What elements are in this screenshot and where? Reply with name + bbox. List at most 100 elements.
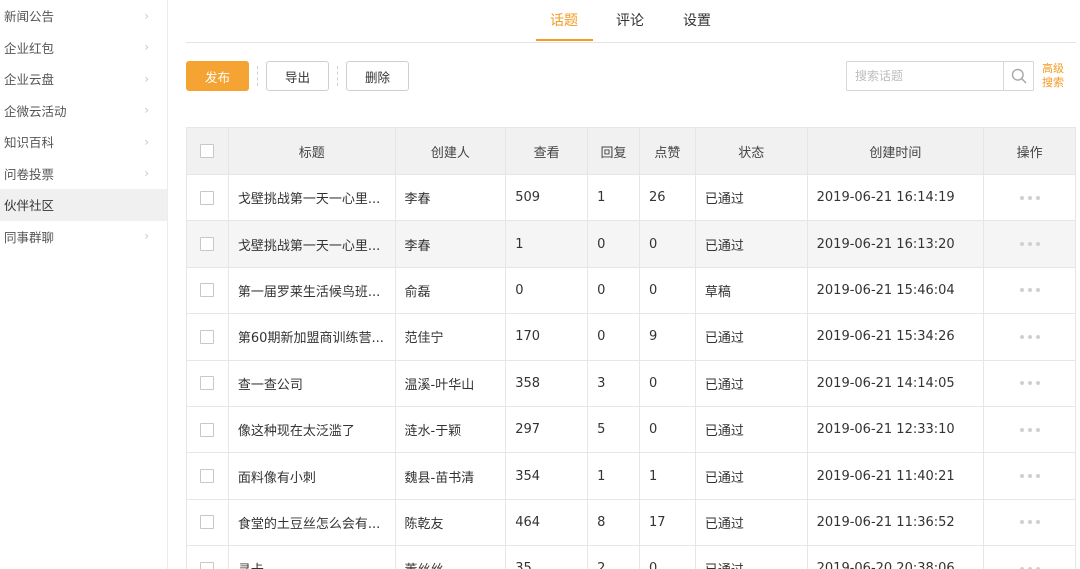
chevron-right-icon: ›: [144, 166, 149, 181]
cell-creator: 俞磊: [396, 267, 507, 314]
cell-title[interactable]: 戈壁挑战第一天一心里...: [229, 221, 396, 267]
cell-created-at: 2019-06-21 14:14:05: [808, 360, 985, 406]
dot: [1035, 334, 1040, 339]
dot: [1019, 427, 1024, 432]
cell-title[interactable]: 第一届罗莱生活候鸟班...: [229, 267, 396, 314]
sidebar-item[interactable]: 问卷投票 ›: [0, 158, 167, 190]
dot: [1027, 474, 1032, 479]
table-body: 戈壁挑战第一天一心里... 李春 509 1 26 已通过 2019-06-21 16:14…: [187, 175, 1075, 569]
toolbar-divider: [257, 66, 258, 86]
cell-likes: 0: [640, 546, 696, 569]
table-row[interactable]: 戈壁挑战第一天一心里... 李春 1 0 0 已通过 2019-06-21 16:13:20: [187, 221, 1075, 268]
cell-likes: 1: [640, 453, 696, 499]
table-row[interactable]: 食堂的土豆丝怎么会有... 陈乾友 464 8 17 已通过 2019-06-21 11:3…: [187, 499, 1075, 547]
sidebar-item[interactable]: 企业云盘 ›: [0, 63, 167, 95]
cell-creator: 涟水-于颖: [396, 406, 507, 453]
search-button[interactable]: [1003, 62, 1033, 90]
table-row[interactable]: 第一届罗莱生活候鸟班... 俞磊 0 0 0 草稿 2019-06-21 15:46:04: [187, 267, 1075, 315]
sidebar-item[interactable]: 伙伴社区: [0, 189, 167, 221]
table-row[interactable]: 面料像有小刺 魏县-苗书清 354 1 1 已通过 2019-06-21 11:40:21: [187, 453, 1075, 500]
more-actions-icon[interactable]: [1019, 427, 1040, 432]
more-actions-icon[interactable]: [1019, 242, 1040, 247]
cell-status: 已通过: [696, 499, 808, 546]
header-creator[interactable]: 创建人: [396, 128, 507, 174]
row-checkbox[interactable]: [200, 469, 215, 484]
row-checkbox[interactable]: [200, 283, 215, 298]
row-checkbox[interactable]: [200, 376, 215, 391]
sidebar-item[interactable]: 企业红包 ›: [0, 32, 167, 64]
publish-button[interactable]: 发布: [186, 61, 249, 91]
cell-replies: 0: [588, 267, 640, 314]
delete-button[interactable]: 删除: [346, 61, 409, 91]
cell-likes: 26: [640, 175, 696, 221]
row-checkbox[interactable]: [200, 561, 215, 569]
row-select-cell: [187, 175, 229, 221]
cell-title[interactable]: 戈壁挑战第一天一心里...: [229, 175, 396, 221]
export-button[interactable]: 导出: [266, 61, 329, 91]
row-checkbox[interactable]: [200, 422, 215, 437]
cell-replies: 1: [588, 453, 640, 499]
more-actions-icon[interactable]: [1019, 288, 1040, 293]
cell-title[interactable]: 食堂的土豆丝怎么会有...: [229, 499, 396, 546]
row-actions-cell: [984, 268, 1075, 313]
cell-status: 已通过: [696, 406, 808, 453]
row-actions-cell: [984, 314, 1075, 359]
sidebar-item[interactable]: 知识百科 ›: [0, 126, 167, 158]
dot: [1019, 474, 1024, 479]
row-actions-cell: [984, 453, 1075, 498]
cell-created-at: 2019-06-21 12:33:10: [808, 406, 985, 453]
dot: [1035, 381, 1040, 386]
sidebar-item-label: 企业云盘: [4, 72, 55, 88]
cell-views: 297: [506, 406, 589, 453]
row-select-cell: [187, 406, 229, 453]
sidebar-item-label: 同事群聊: [4, 229, 55, 245]
tab-settings[interactable]: 设置: [683, 10, 711, 40]
table-row[interactable]: 第60期新加盟商训练营... 范佳宁 170 0 9 已通过 2019-06-21 15:3…: [187, 314, 1075, 361]
row-select-cell: [187, 360, 229, 406]
cell-likes: 0: [640, 406, 696, 453]
search-input[interactable]: [847, 62, 1003, 90]
chevron-right-icon: ›: [144, 103, 149, 118]
select-all-checkbox[interactable]: [200, 144, 215, 158]
sidebar-item[interactable]: 新闻公告 ›: [0, 0, 167, 32]
cell-title[interactable]: 查一查公司: [229, 360, 396, 406]
row-checkbox[interactable]: [200, 515, 215, 530]
header-status[interactable]: 状态: [696, 128, 808, 174]
more-actions-icon[interactable]: [1019, 520, 1040, 525]
row-checkbox[interactable]: [200, 237, 215, 252]
header-created-at[interactable]: 创建时间: [808, 128, 985, 174]
more-actions-icon[interactable]: [1019, 334, 1040, 339]
row-actions-cell: [984, 407, 1075, 452]
more-actions-icon[interactable]: [1019, 474, 1040, 479]
table-row[interactable]: 像这种现在太泛滥了 涟水-于颖 297 5 0 已通过 2019-06-21 12:33:1…: [187, 406, 1075, 454]
advanced-search-link[interactable]: 高级 搜索: [1042, 62, 1070, 90]
more-actions-icon[interactable]: [1019, 381, 1040, 386]
cell-status: 已通过: [696, 175, 808, 221]
cell-title[interactable]: 寻卡: [229, 546, 396, 569]
sidebar-item[interactable]: 企微云活动 ›: [0, 95, 167, 127]
row-checkbox[interactable]: [200, 190, 215, 205]
tab-comments[interactable]: 评论: [616, 10, 644, 40]
header-replies[interactable]: 回复: [588, 128, 640, 174]
table-row[interactable]: 戈壁挑战第一天一心里... 李春 509 1 26 已通过 2019-06-21 16:14…: [187, 175, 1075, 222]
row-checkbox[interactable]: [200, 329, 215, 344]
table-row[interactable]: 寻卡董丝丝3520已通过2019-06-20 20:38:06: [187, 546, 1075, 569]
header-views[interactable]: 查看: [506, 128, 589, 174]
chevron-right-icon: ›: [144, 8, 149, 23]
chevron-right-icon: ›: [144, 40, 149, 55]
row-actions-cell: [984, 221, 1075, 266]
dot: [1035, 242, 1040, 247]
table-row[interactable]: 查一查公司 温溪-叶华山 358 3 0 已通过 2019-06-21 14:14:05: [187, 360, 1075, 407]
cell-title[interactable]: 像这种现在太泛滥了: [229, 406, 396, 453]
header-title[interactable]: 标题: [229, 128, 396, 174]
tab-topics[interactable]: 话题: [550, 10, 578, 40]
cell-title[interactable]: 面料像有小刺: [229, 453, 396, 499]
cell-creator: 董丝丝: [396, 546, 507, 569]
sidebar-item[interactable]: 同事群聊 ›: [0, 221, 167, 253]
header-likes[interactable]: 点赞: [640, 128, 696, 174]
cell-title[interactable]: 第60期新加盟商训练营...: [229, 314, 396, 360]
sidebar-item-label: 问卷投票: [4, 166, 55, 182]
row-select-cell: [187, 314, 229, 360]
more-actions-icon[interactable]: [1019, 195, 1040, 200]
cell-replies: 0: [588, 314, 640, 360]
